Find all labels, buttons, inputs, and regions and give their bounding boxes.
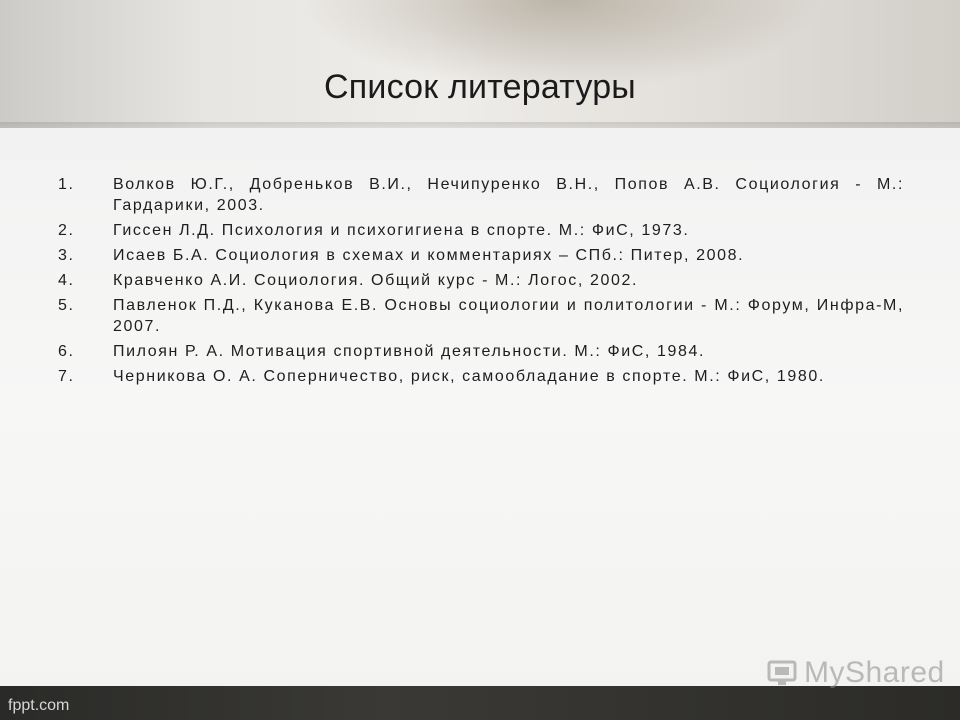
list-item: 5. Павленок П.Д., Куканова Е.В. Основы с…: [58, 295, 904, 337]
list-item-text: Кравченко А.И. Социология. Общий курс - …: [113, 272, 639, 289]
list-item-number: 5.: [58, 297, 75, 314]
slide-title: Список литературы: [324, 68, 636, 106]
list-item: 6. Пилоян Р. А. Мотивация спортивной дея…: [58, 341, 904, 362]
list-item-text: Гиссен Л.Д. Психология и психогигиена в …: [113, 222, 690, 239]
list-item-number: 3.: [58, 247, 75, 264]
slide: Список литературы 1. Волков Ю.Г., Добрен…: [0, 0, 960, 720]
list-item-text: Волков Ю.Г., Добреньков В.И., Нечипуренк…: [113, 176, 904, 214]
footer-bar: [0, 686, 960, 720]
header-band: [0, 0, 960, 128]
projector-logo-icon: [767, 660, 797, 685]
watermark: MyShared: [766, 656, 945, 690]
list-item: 3. Исаев Б.А. Социология в схемах и комм…: [58, 245, 904, 266]
list-item: 1. Волков Ю.Г., Добреньков В.И., Нечипур…: [58, 174, 904, 216]
list-item-text: Черникова О. А. Соперничество, риск, сам…: [113, 368, 825, 385]
list-item: 4. Кравченко А.И. Социология. Общий курс…: [58, 270, 904, 291]
list-item: 7. Черникова О. А. Соперничество, риск, …: [58, 366, 904, 387]
list-item-text: Павленок П.Д., Куканова Е.В. Основы соци…: [113, 297, 904, 335]
list-item-number: 4.: [58, 272, 75, 289]
template-credit: fppt.com: [8, 697, 70, 714]
list-item-number: 6.: [58, 343, 75, 360]
list-item-number: 7.: [58, 368, 75, 385]
list-item: 2. Гиссен Л.Д. Психология и психогигиена…: [58, 220, 904, 241]
reference-list: 1. Волков Ю.Г., Добреньков В.И., Нечипур…: [58, 174, 904, 391]
list-item-number: 2.: [58, 222, 75, 239]
list-item-number: 1.: [58, 176, 75, 193]
list-item-text: Исаев Б.А. Социология в схемах и коммент…: [113, 247, 745, 264]
list-item-text: Пилоян Р. А. Мотивация спортивной деятел…: [113, 343, 706, 360]
watermark-text: MyShared: [804, 656, 945, 689]
